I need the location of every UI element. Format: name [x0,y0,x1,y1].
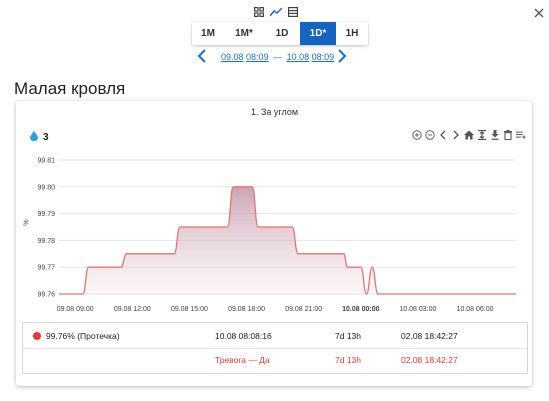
alarm-duration: 7d 13h [335,355,361,365]
alarm-since: 02.08 18:42:27 [401,355,458,365]
legend-divider [23,348,527,349]
y-tick-label: 99.80 [37,184,55,191]
x-tick-label: 09.08 09:00 [57,306,94,313]
y-tick-label: 99.78 [37,238,55,245]
x-tick-label: 10.08 06:00 [457,306,494,313]
legend-duration: 7d 13h [335,331,361,341]
legend-since: 02.08 18:42:27 [401,331,458,341]
alarm-status: Тревога — Да [215,355,270,365]
y-tick-label: 99.76 [37,292,55,299]
y-tick-label: 99.79 [37,211,55,218]
x-tick-label: 09.08 12:00 [114,306,151,313]
legend-table: 99.76% (Протечка) 10.08 08:08:16 7d 13h … [22,322,528,374]
x-tick-label: 09.08 15:00 [171,306,208,313]
x-tick-label: 10.08 00:00 [342,306,379,313]
legend-label[interactable]: 99.76% (Протечка) [46,331,120,341]
x-tick-label: 09.08 18:00 [228,306,265,313]
status-dot [33,332,41,340]
x-tick-label: 10.08 03:00 [399,306,436,313]
y-tick-label: 99.77 [37,265,55,272]
x-tick-label: 09.08 21:00 [285,306,322,313]
y-tick-label: 99.81 [37,158,55,165]
legend-time: 10.08 08:08:16 [215,331,272,341]
